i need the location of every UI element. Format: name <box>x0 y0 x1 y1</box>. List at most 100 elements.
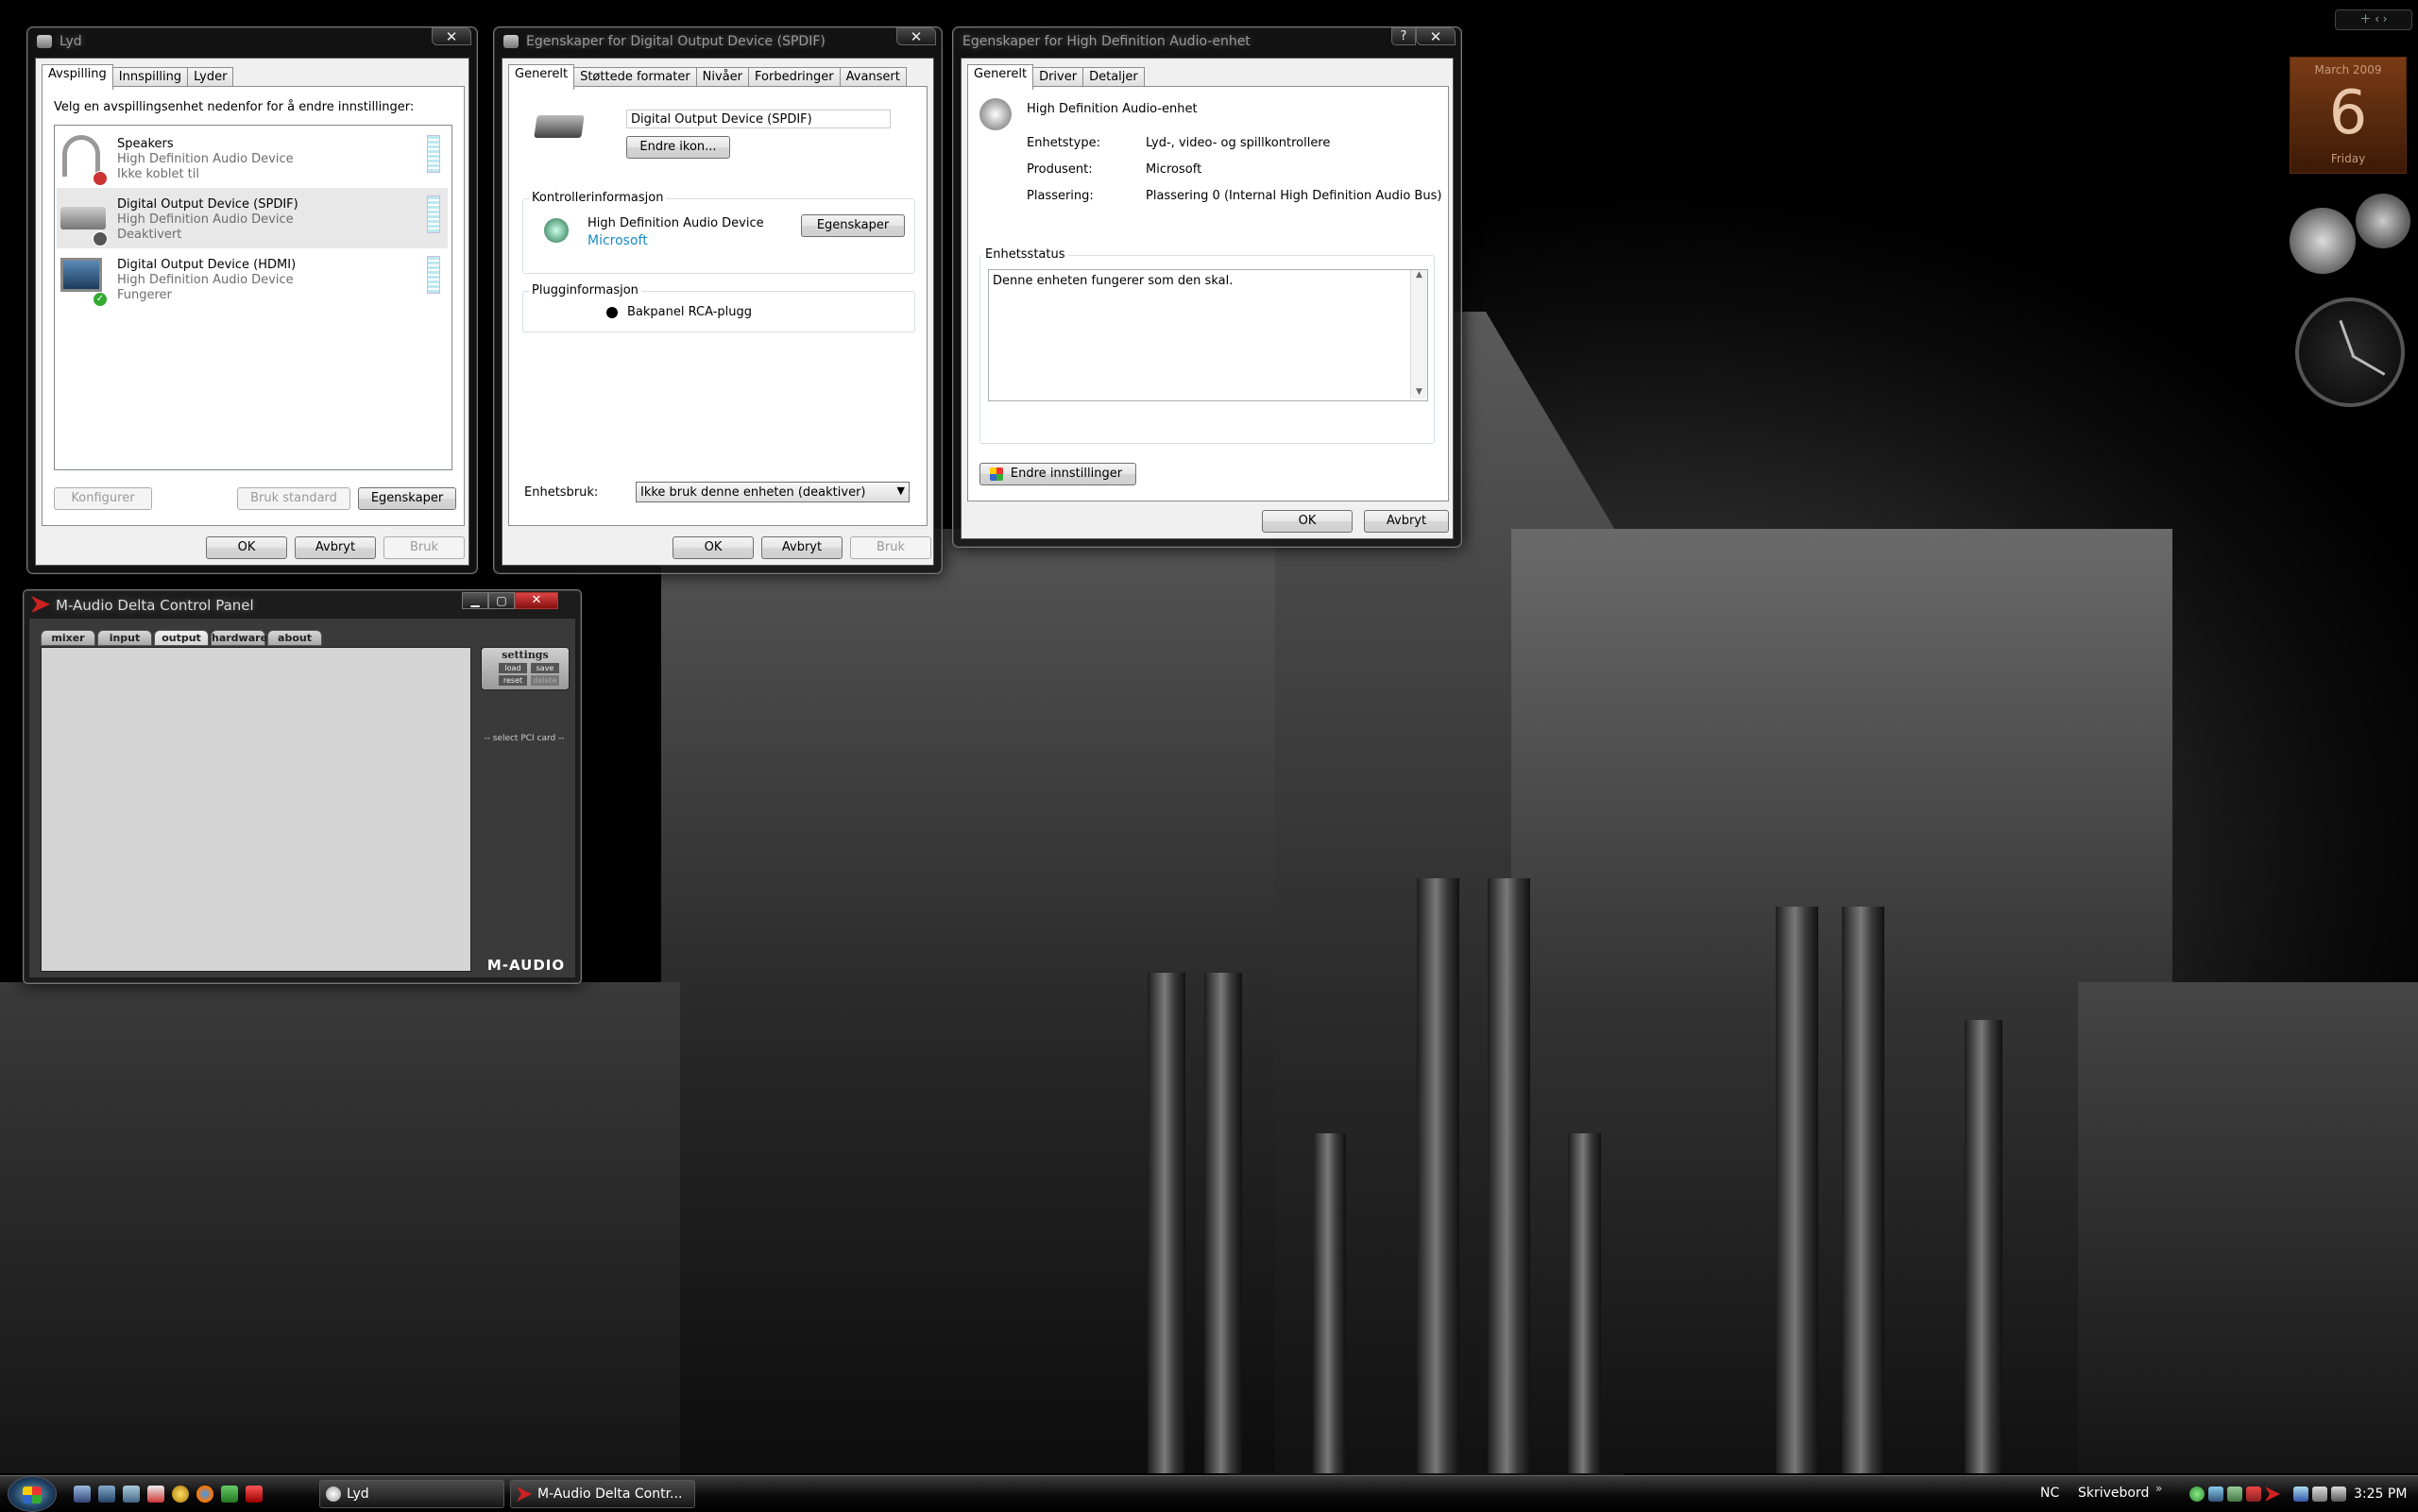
device-name: Speakers <box>117 137 174 151</box>
tab-about[interactable]: about <box>267 630 322 646</box>
controller-link[interactable]: Microsoft <box>587 233 648 248</box>
select-card-label[interactable]: -- select PCI card -- <box>481 734 568 743</box>
tab-hardware[interactable]: hardware <box>211 630 267 646</box>
maudio-client: mixer input output hardware about settin… <box>29 619 575 977</box>
device-name-field[interactable]: Digital Output Device (SPDIF) <box>626 110 891 128</box>
speaker-device-icon <box>979 98 1012 130</box>
ok-button[interactable]: OK <box>1262 510 1353 533</box>
spdif-properties-window[interactable]: Egenskaper for Digital Output Device (SP… <box>493 26 943 574</box>
document-icon[interactable] <box>147 1486 164 1503</box>
status-textbox[interactable]: Denne enheten fungerer som den skal. ▲ ▼ <box>988 269 1428 401</box>
level-meter <box>427 135 440 173</box>
clock-gadget[interactable] <box>2295 297 2405 407</box>
app-green-icon[interactable] <box>221 1486 238 1503</box>
close-button[interactable]: ✕ <box>515 592 558 609</box>
level-meter <box>427 256 440 294</box>
show-desktop-icon[interactable] <box>74 1486 91 1503</box>
sidebar-controls[interactable]: ＋ ‹ › <box>2335 9 2412 30</box>
toolbar-chevron-icon[interactable]: » <box>2155 1482 2162 1495</box>
properties-button[interactable]: Egenskaper <box>358 487 456 510</box>
taskbar-item-maudio[interactable]: M-Audio Delta Contr... <box>510 1480 695 1508</box>
change-settings-button[interactable]: Endre innstillinger <box>979 463 1136 485</box>
connection-icon[interactable] <box>2293 1487 2308 1502</box>
cancel-button[interactable]: Avbryt <box>295 536 376 559</box>
device-usage-select[interactable]: Ikke bruk denne enheten (deaktiver) ▼ <box>636 482 910 502</box>
settings-gear-icon[interactable] <box>172 1486 189 1503</box>
switch-windows-icon[interactable] <box>98 1486 115 1503</box>
instruction-text: Velg en avspillingsenhet nedenfor for å … <box>54 100 415 114</box>
reset-button[interactable]: reset <box>499 675 527 686</box>
controller-group-label: Kontrollerinformasjon <box>529 191 667 205</box>
maudio-tray-icon[interactable] <box>2265 1487 2280 1502</box>
speaker-icon <box>37 35 52 48</box>
load-button[interactable]: load <box>499 663 527 673</box>
network-icon[interactable] <box>2208 1487 2223 1502</box>
hda-window-titlebar[interactable]: Egenskaper for High Definition Audio-enh… <box>953 27 1461 54</box>
power-icon[interactable] <box>2331 1487 2346 1502</box>
minimize-button[interactable]: ▁ <box>462 592 488 609</box>
sound-window-titlebar[interactable]: Lyd ✕ <box>27 27 477 54</box>
plug-info-group: Plugginformasjon Bakpanel RCA-plugg <box>522 283 915 332</box>
controller-properties-button[interactable]: Egenskaper <box>801 214 905 237</box>
start-button[interactable] <box>8 1476 57 1512</box>
windows-logo-icon <box>23 1487 42 1504</box>
device-name: High Definition Audio-enhet <box>1027 102 1198 116</box>
explorer-icon[interactable] <box>123 1486 140 1503</box>
tab-playback[interactable]: Avspilling <box>42 64 113 90</box>
list-item[interactable]: Speakers High Definition Audio Device Ik… <box>57 127 448 188</box>
cpu-meter-gadget[interactable] <box>2290 194 2412 279</box>
hda-properties-window[interactable]: Egenskaper for High Definition Audio-enh… <box>952 26 1462 548</box>
status-text: Denne enheten fungerer som den skal. <box>993 274 1234 288</box>
tab-general[interactable]: Generelt <box>508 64 575 90</box>
spdif-window-titlebar[interactable]: Egenskaper for Digital Output Device (SP… <box>494 27 942 54</box>
language-indicator[interactable]: NC <box>2040 1486 2059 1501</box>
maudio-logo-icon <box>31 596 50 613</box>
display-icon[interactable] <box>2227 1487 2242 1502</box>
maudio-titlebar[interactable]: M-Audio Delta Control Panel ▁ ▢ ✕ <box>24 590 581 617</box>
clock[interactable]: 3:25 PM <box>2354 1487 2407 1502</box>
configure-button[interactable]: Konfigurer <box>54 487 152 510</box>
app-magnet-icon[interactable] <box>246 1486 263 1503</box>
help-button[interactable]: ? <box>1391 27 1416 45</box>
tab-input[interactable]: input <box>97 630 152 646</box>
info-value: Plassering 0 (Internal High Definition A… <box>1146 189 1442 203</box>
list-item-selected[interactable]: Digital Output Device (SPDIF) High Defin… <box>57 188 448 248</box>
maudio-window[interactable]: M-Audio Delta Control Panel ▁ ▢ ✕ mixer … <box>23 589 582 984</box>
delete-button[interactable]: delete <box>531 675 559 686</box>
scroll-up-icon: ▲ <box>1416 270 1422 280</box>
tab-general[interactable]: Generelt <box>967 64 1034 90</box>
cancel-button[interactable]: Avbryt <box>761 536 843 559</box>
network-user-icon[interactable] <box>2189 1487 2205 1502</box>
taskbar: Lyd M-Audio Delta Contr... NC Skrivebord… <box>0 1475 2418 1512</box>
device-list[interactable]: Speakers High Definition Audio Device Ik… <box>54 125 452 470</box>
change-icon-button[interactable]: Endre ikon... <box>626 136 730 159</box>
vertical-scrollbar[interactable]: ▲ ▼ <box>1410 270 1427 399</box>
volume-icon[interactable] <box>2312 1487 2327 1502</box>
security-icon[interactable] <box>2246 1487 2261 1502</box>
taskbar-item-lyd[interactable]: Lyd <box>319 1480 504 1508</box>
scroll-down-icon: ▼ <box>1416 387 1422 397</box>
cancel-button[interactable]: Avbryt <box>1364 510 1449 533</box>
calendar-gadget[interactable]: March 2009 6 Friday <box>2290 57 2407 174</box>
tab-output[interactable]: output <box>154 630 209 646</box>
desktop-toolbar[interactable]: Skrivebord <box>2078 1486 2149 1501</box>
firefox-icon[interactable] <box>196 1486 213 1503</box>
save-button[interactable]: save <box>531 663 559 673</box>
tab-mixer[interactable]: mixer <box>41 630 95 646</box>
apply-button[interactable]: Bruk <box>383 536 465 559</box>
info-label: Enhetstype: <box>1027 136 1100 150</box>
set-default-button[interactable]: Bruk standard <box>237 487 350 510</box>
close-button[interactable]: ✕ <box>432 27 471 45</box>
close-button[interactable]: ✕ <box>896 27 936 45</box>
sound-window[interactable]: Lyd ✕ Avspilling Innspilling Lyder Velg … <box>26 26 478 574</box>
close-button[interactable]: ✕ <box>1416 27 1456 45</box>
disconnected-badge-icon <box>93 171 108 186</box>
ok-button[interactable]: OK <box>206 536 287 559</box>
list-item[interactable]: ✓ Digital Output Device (HDMI) High Defi… <box>57 248 448 309</box>
maximize-button[interactable]: ▢ <box>488 592 515 609</box>
shield-icon <box>990 467 1003 481</box>
info-label: Produsent: <box>1027 162 1093 177</box>
ok-button[interactable]: OK <box>673 536 754 559</box>
device-usage-label: Enhetsbruk: <box>524 485 599 500</box>
apply-button[interactable]: Bruk <box>850 536 931 559</box>
